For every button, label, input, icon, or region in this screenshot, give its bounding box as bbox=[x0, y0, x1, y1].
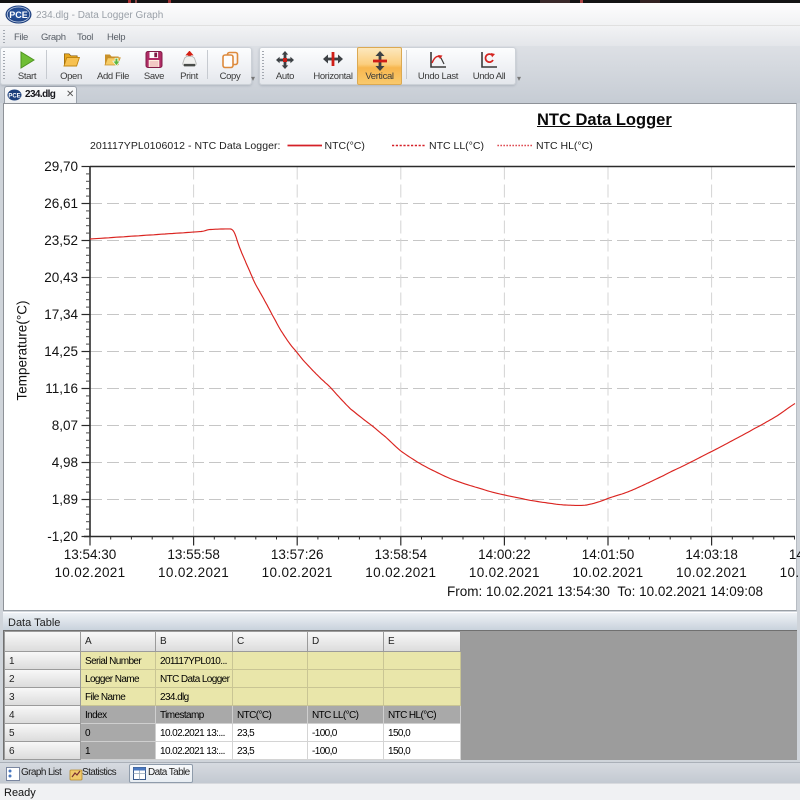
svg-text:PCE: PCE bbox=[9, 10, 28, 20]
svg-text:PCE: PCE bbox=[8, 94, 20, 100]
